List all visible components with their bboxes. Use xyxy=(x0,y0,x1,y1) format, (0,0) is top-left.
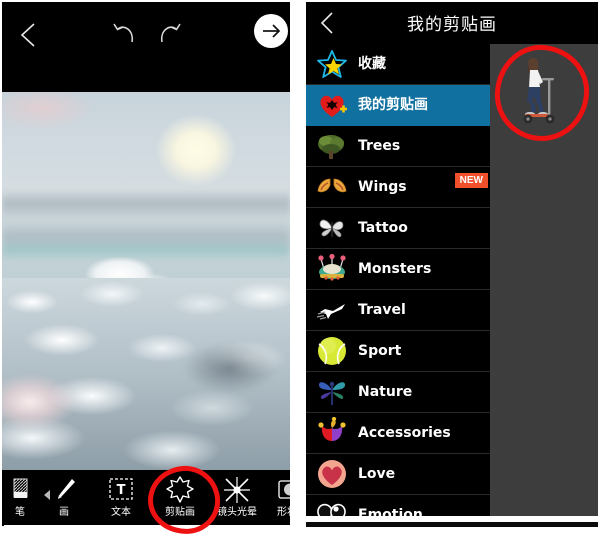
left-top-toolbar xyxy=(2,2,290,90)
list-item[interactable]: Travel xyxy=(306,290,490,331)
tool-label: 文本 xyxy=(111,507,131,518)
list-item-label: Travel xyxy=(358,302,406,318)
tool-clipart[interactable]: 剪贴画 xyxy=(152,470,208,526)
tool-label: 画 xyxy=(59,507,69,518)
tool-shape-mask[interactable]: 形状遮 xyxy=(264,470,290,526)
sticker-thumbnail-pane[interactable] xyxy=(490,42,598,520)
left-home-indicator-bar xyxy=(4,525,290,526)
tool-label: 形状遮 xyxy=(277,507,290,518)
right-bottom-strip xyxy=(306,522,598,527)
airplane-icon xyxy=(316,294,348,326)
dark-cloud-shadow xyxy=(170,328,290,408)
tool-label: 剪贴画 xyxy=(165,507,195,518)
woman-on-scooter-sticker[interactable] xyxy=(512,52,562,126)
list-item-label: Tattoo xyxy=(358,220,408,236)
next-arrow-button[interactable] xyxy=(254,14,288,48)
heart-plus-icon xyxy=(316,89,348,121)
list-item-label: 我的剪贴画 xyxy=(358,97,428,113)
text-box-icon: T xyxy=(106,475,136,505)
list-item[interactable]: 收藏 xyxy=(306,44,490,85)
right-top-toolbar: 我的剪贴画 xyxy=(306,2,598,44)
tool-lens-flare[interactable]: 镜头光晕 xyxy=(209,470,265,526)
list-item[interactable]: Accessories xyxy=(306,413,490,454)
list-item[interactable]: Sport xyxy=(306,331,490,372)
tool-label: 镜头光晕 xyxy=(217,507,257,518)
left-bottom-toolbar: 笔 画 T 文本 剪贴画 镜头光晕 形 xyxy=(2,470,290,526)
monster-alien-icon xyxy=(316,253,348,285)
list-item[interactable]: Wings NEW xyxy=(306,167,490,208)
photo-canvas[interactable] xyxy=(2,92,290,470)
redo-arrow-icon[interactable] xyxy=(154,20,184,48)
right-phone-screen: 我的剪贴画 收藏 我的剪贴画 Trees Wings NEW Tattoo Mo… xyxy=(306,2,598,527)
screenshot-root: 笔 画 T 文本 剪贴画 镜头光晕 形 我的剪贴画 收藏 我的剪贴画 Trees… xyxy=(0,0,600,536)
list-item-label: Wings xyxy=(358,179,407,195)
eraser-icon xyxy=(5,475,35,505)
tool-brush[interactable]: 画 xyxy=(36,470,92,526)
shape-mask-icon xyxy=(277,475,290,505)
page-title: 我的剪贴画 xyxy=(407,15,497,35)
lens-flare-icon xyxy=(222,475,252,505)
back-icon[interactable] xyxy=(16,20,42,50)
light-flare xyxy=(2,364,102,444)
list-item-selected[interactable]: 我的剪贴画 xyxy=(306,85,490,126)
status-badge: NEW xyxy=(454,173,488,188)
jester-hat-icon xyxy=(316,416,348,449)
list-item-label: Sport xyxy=(358,343,402,359)
list-item-label: Monsters xyxy=(358,261,432,277)
wings-icon xyxy=(316,171,348,203)
tennis-ball-icon xyxy=(316,335,348,367)
list-item[interactable]: Trees xyxy=(306,126,490,167)
haze-layer-1 xyxy=(2,190,290,220)
tree-icon xyxy=(316,130,348,162)
heart-icon xyxy=(316,458,348,490)
list-item[interactable]: Tattoo xyxy=(306,208,490,249)
list-item[interactable]: Monsters xyxy=(306,249,490,290)
undo-arrow-icon[interactable] xyxy=(110,20,140,48)
star-favorite-icon xyxy=(316,48,348,80)
list-item-label: Love xyxy=(358,466,396,482)
list-item-label: Accessories xyxy=(358,425,451,441)
svg-text:T: T xyxy=(117,483,126,498)
brush-icon xyxy=(49,475,79,505)
clipart-star-icon xyxy=(165,475,195,505)
tool-text[interactable]: T 文本 xyxy=(93,470,149,526)
dragonfly-icon xyxy=(316,376,348,408)
tattoo-butterfly-icon xyxy=(316,212,348,244)
left-phone-screen: 笔 画 T 文本 剪贴画 镜头光晕 形 xyxy=(2,2,290,526)
category-list[interactable]: 收藏 我的剪贴画 Trees Wings NEW Tattoo Monsters… xyxy=(306,44,490,520)
list-item[interactable]: Nature xyxy=(306,372,490,413)
list-item[interactable]: Love xyxy=(306,454,490,495)
list-item-label: 收藏 xyxy=(358,56,386,72)
list-item-label: Trees xyxy=(358,138,401,154)
list-item-label: Nature xyxy=(358,384,413,400)
